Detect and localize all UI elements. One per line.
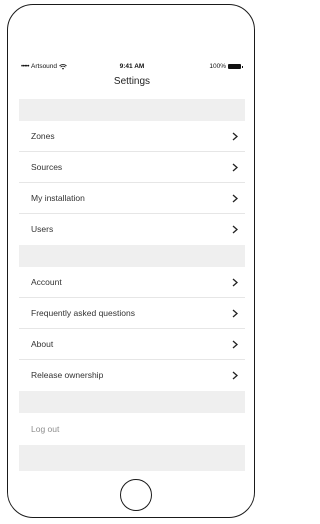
menu-item-my-installation[interactable]: My installation — [19, 183, 245, 214]
menu-item-label: Zones — [31, 131, 55, 141]
menu-item-label: About — [31, 339, 54, 349]
menu-item-zones[interactable]: Zones — [19, 121, 245, 152]
logout-button[interactable]: Log out — [19, 413, 245, 445]
menu-item-account[interactable]: Account — [19, 267, 245, 298]
menu-item-label: Release ownership — [31, 370, 104, 380]
status-right: 100% — [209, 63, 243, 70]
menu-item-users[interactable]: Users — [19, 214, 245, 245]
phone-frame: ••••• Artsound 9:41 AM 100% Settings Zon… — [7, 4, 255, 518]
menu-item-faq[interactable]: Frequently asked questions — [19, 298, 245, 329]
battery-percentage: 100% — [209, 63, 226, 70]
home-button[interactable] — [120, 479, 152, 511]
section-separator — [19, 99, 245, 121]
chevron-right-icon — [232, 132, 238, 141]
chevron-right-icon — [232, 225, 238, 234]
settings-screen: ••••• Artsound 9:41 AM 100% Settings Zon… — [19, 59, 245, 471]
menu-item-label: Frequently asked questions — [31, 308, 135, 318]
chevron-right-icon — [232, 340, 238, 349]
menu-item-label: My installation — [31, 193, 85, 203]
chevron-right-icon — [232, 194, 238, 203]
menu-item-about[interactable]: About — [19, 329, 245, 360]
menu-item-label: Account — [31, 277, 62, 287]
battery-icon — [228, 64, 243, 69]
section-separator — [19, 245, 245, 267]
menu-item-label: Sources — [31, 162, 63, 172]
bottom-spacer — [19, 445, 245, 471]
menu-item-label: Users — [31, 224, 54, 234]
chevron-right-icon — [232, 371, 238, 380]
section-separator — [19, 391, 245, 413]
chevron-right-icon — [232, 278, 238, 287]
status-bar: ••••• Artsound 9:41 AM 100% — [19, 59, 245, 73]
chevron-right-icon — [232, 163, 238, 172]
page-title: Settings — [113, 76, 151, 87]
menu-item-sources[interactable]: Sources — [19, 152, 245, 183]
chevron-right-icon — [232, 309, 238, 318]
menu-item-release-ownership[interactable]: Release ownership — [19, 360, 245, 391]
